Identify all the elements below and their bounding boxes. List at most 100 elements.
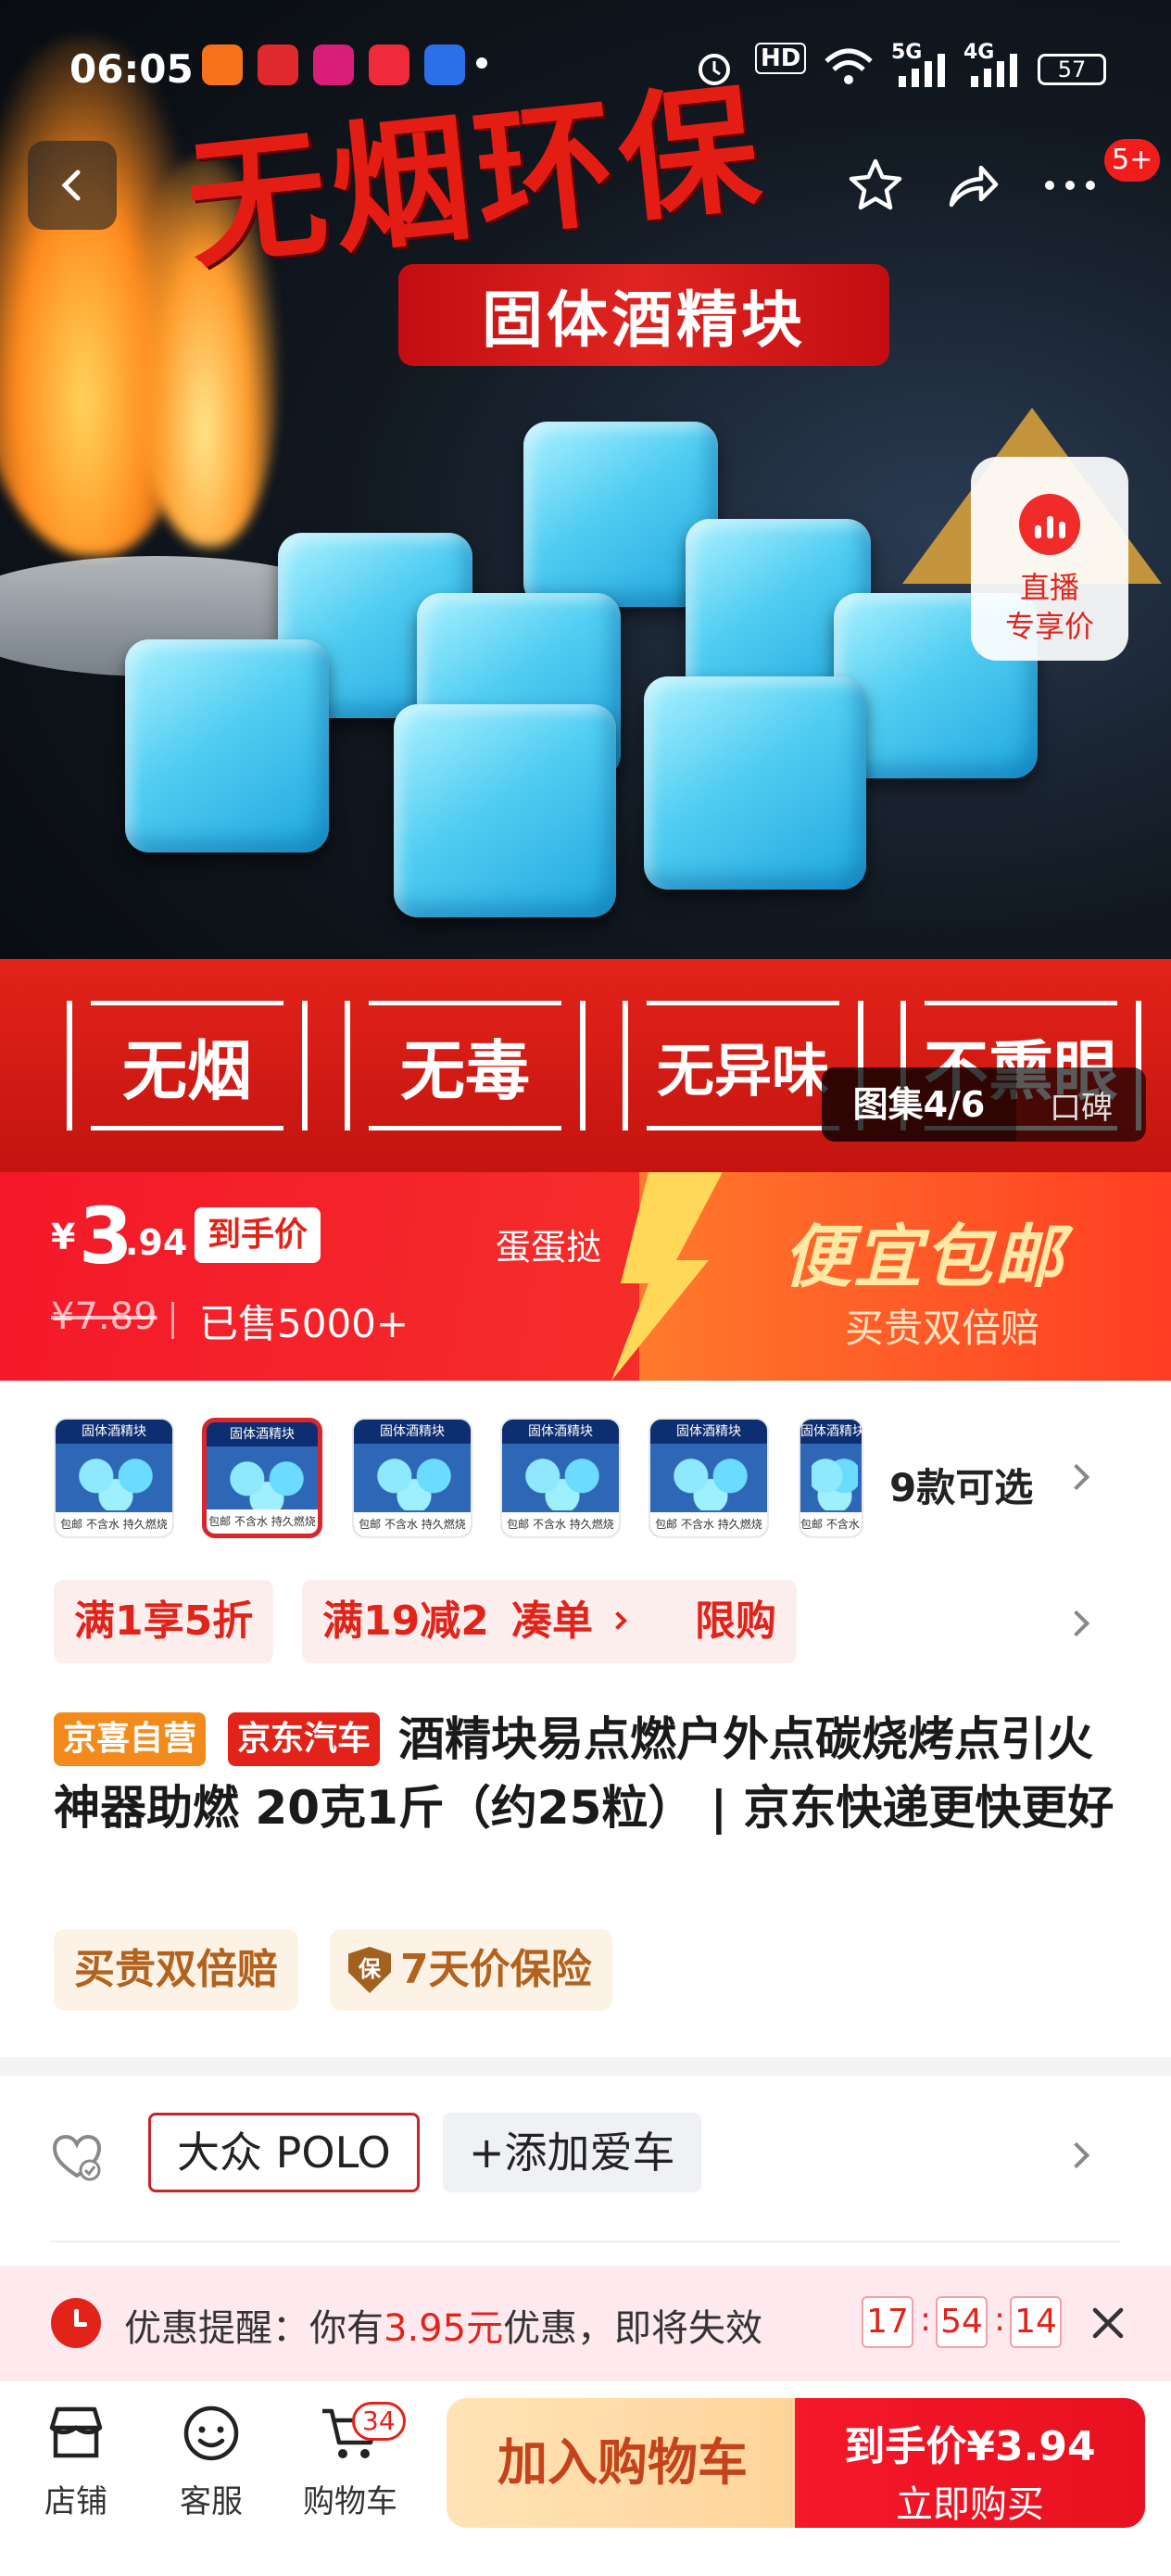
variant-thumbnail[interactable]: 固体酒精块包邮 不含水 持久燃烧 bbox=[799, 1418, 863, 1538]
variant-thumbnail[interactable]: 固体酒精块包邮 不含水 持久燃烧 bbox=[500, 1418, 621, 1538]
gallery-review-tab[interactable]: 口碑 bbox=[1016, 1082, 1146, 1128]
share-icon bbox=[949, 165, 999, 208]
hd-indicator: HD bbox=[755, 43, 807, 74]
alarm-icon bbox=[699, 54, 730, 85]
favorite-button[interactable] bbox=[838, 148, 913, 222]
chevron-right-icon bbox=[1063, 2141, 1090, 2169]
product-image-carousel[interactable]: 无烟环保 固体酒精块 无烟 无毒 无异味 不熏眼 06:05 HD 5G 4G bbox=[0, 0, 1171, 1172]
status-bar: 06:05 HD 5G 4G 57 bbox=[0, 0, 1171, 130]
store-icon bbox=[49, 2406, 103, 2458]
shield-icon: 保 bbox=[348, 1947, 391, 1993]
variant-thumbnail[interactable]: 固体酒精块包邮 不含水 持久燃烧 bbox=[54, 1418, 174, 1538]
promo-subtitle: 买贵双倍赔 bbox=[845, 1306, 1040, 1351]
countdown-separator: : bbox=[920, 2301, 932, 2339]
cart-label: 购物车 bbox=[303, 2483, 397, 2520]
live-price-card[interactable]: 直播 专享价 bbox=[971, 457, 1128, 661]
hero-subheadline: 固体酒精块 bbox=[482, 284, 806, 356]
app-icon-vip bbox=[313, 44, 354, 85]
product-detail-page: 无烟环保 固体酒精块 无烟 无毒 无异味 不熏眼 06:05 HD 5G 4G bbox=[0, 0, 1171, 2576]
price-protection-badge[interactable]: 保 7天价保险 bbox=[330, 1929, 612, 2011]
lightning-icon bbox=[611, 1172, 723, 1381]
reminder-amount: 3.95元 bbox=[384, 2307, 504, 2350]
seller-name: 蛋蛋挞 bbox=[496, 1227, 602, 1268]
coupon-chip[interactable]: 限购 bbox=[674, 1580, 797, 1663]
price-currency: ¥ bbox=[51, 1217, 76, 1257]
price-decimal: .94 bbox=[125, 1222, 188, 1263]
price-banner: ¥ 3 .94 到手价 蛋蛋挞 ¥7.89 已售5000+ 便宜包邮 买贵双倍赔 bbox=[0, 1172, 1171, 1381]
price-protection-label: 7天价保险 bbox=[400, 1946, 592, 1993]
store-button[interactable]: 店铺 bbox=[20, 2400, 132, 2521]
back-button[interactable] bbox=[28, 141, 117, 230]
final-price-tag: 到手价 bbox=[195, 1207, 321, 1263]
close-icon[interactable] bbox=[1086, 2301, 1130, 2345]
add-to-cart-button[interactable]: 加入购物车 bbox=[447, 2398, 799, 2528]
star-icon bbox=[849, 158, 902, 210]
alcohol-cube-image bbox=[125, 639, 329, 852]
reminder-prefix: 优惠提醒：你有 bbox=[124, 2307, 384, 2350]
countdown-seconds: 14 bbox=[1010, 2296, 1062, 2348]
original-price: ¥7.89 bbox=[51, 1295, 157, 1338]
app-icon-xiaohongshu bbox=[369, 44, 409, 85]
status-time: 06:05 bbox=[69, 46, 194, 92]
gallery-indicator[interactable]: 图集4/6 口碑 bbox=[822, 1067, 1146, 1142]
discount-reminder-bar: 优惠提醒：你有3.95元优惠，即将失效 17 : 54 : 14 bbox=[0, 2266, 1171, 2381]
app-icon-pinduoduo bbox=[258, 44, 298, 85]
customer-service-label: 客服 bbox=[180, 2483, 243, 2520]
live-title: 直播 bbox=[1019, 570, 1079, 605]
cart-count-badge: 34 bbox=[352, 2402, 406, 2441]
sold-count: 已售5000+ bbox=[199, 1301, 409, 1346]
signal-icon bbox=[899, 54, 945, 87]
coupon-row[interactable]: 满1享5折 满19减2 凑单 限购 bbox=[0, 1566, 1171, 1686]
app-icon-orange bbox=[202, 44, 243, 85]
chevron-left-icon bbox=[61, 170, 81, 201]
gallery-count[interactable]: 图集4/6 bbox=[822, 1067, 1016, 1142]
wifi-icon bbox=[825, 48, 873, 84]
alcohol-cube-image bbox=[644, 676, 866, 890]
section-divider bbox=[0, 2057, 1171, 2076]
chevron-right-icon bbox=[1063, 1463, 1090, 1491]
app-icon-baidu bbox=[424, 44, 465, 85]
promo-title: 便宜包邮 bbox=[783, 1218, 1064, 1297]
heart-check-icon bbox=[52, 2134, 102, 2181]
share-button[interactable] bbox=[936, 148, 1010, 222]
variant-count-label[interactable]: 9款可选 bbox=[889, 1457, 1033, 1513]
customer-service-button[interactable]: 客服 bbox=[156, 2400, 267, 2521]
alcohol-cube-image bbox=[394, 704, 616, 917]
selected-car-model[interactable]: 大众 POLO bbox=[148, 2113, 420, 2192]
price-guarantee-badge[interactable]: 买贵双倍赔 bbox=[54, 1929, 298, 2011]
chevron-right-icon bbox=[1063, 1610, 1090, 1637]
countdown-hours: 17 bbox=[862, 2296, 913, 2348]
signal-icon bbox=[971, 54, 1017, 87]
car-compatibility-row[interactable]: 大众 POLO +添加爱车 bbox=[0, 2076, 1171, 2261]
more-button[interactable] bbox=[1033, 148, 1107, 222]
live-subtitle: 专享价 bbox=[1004, 609, 1094, 644]
buy-now-button[interactable]: 到手价¥3.94 立即购买 bbox=[795, 2398, 1145, 2528]
feature-label: 无烟 bbox=[67, 1001, 308, 1130]
feature-label: 无毒 bbox=[345, 1001, 586, 1130]
notification-dot-icon bbox=[476, 57, 487, 69]
divider bbox=[51, 2241, 1120, 2242]
divider bbox=[171, 1302, 174, 1339]
countdown-minutes: 54 bbox=[936, 2296, 988, 2348]
variant-selector[interactable]: 固体酒精块 包邮 不含水 持久燃烧 固体酒精块 包邮 不含水 持久燃烧 固体酒精块包… bbox=[0, 1381, 1171, 1566]
countdown-separator: : bbox=[994, 2301, 1006, 2339]
more-dots-icon bbox=[1045, 181, 1095, 190]
clock-icon bbox=[51, 2298, 101, 2348]
reminder-suffix: 优惠，即将失效 bbox=[503, 2307, 763, 2350]
product-info: 京喜自营 京东汽车 酒精块易点燃户外点碳烧烤点引火神器助燃 20克1斤（约25粒… bbox=[0, 1686, 1171, 2057]
add-car-button[interactable]: +添加爱车 bbox=[443, 2113, 701, 2192]
buy-now-label: 立即购买 bbox=[896, 2483, 1044, 2526]
service-face-icon bbox=[183, 2406, 239, 2461]
coupon-add-on-link[interactable]: 凑单 bbox=[493, 1580, 613, 1663]
variant-thumbnail-selected[interactable]: 固体酒精块 包邮 不含水 持久燃烧 bbox=[202, 1418, 322, 1538]
variant-thumbnail[interactable]: 固体酒精块包邮 不含水 持久燃烧 bbox=[648, 1418, 769, 1538]
bottom-action-bar: 店铺 客服 购物车 34 加入购物车 到手价¥3.94 立即购买 bbox=[0, 2381, 1171, 2576]
store-label: 店铺 bbox=[44, 2483, 107, 2520]
product-title: 酒精块易点燃户外点碳烧烤点引火神器助燃 20克1斤（约25粒） | 京东快递更快… bbox=[54, 1712, 1114, 1835]
message-badge: 5+ bbox=[1104, 139, 1161, 182]
variant-thumbnail[interactable]: 固体酒精块包邮 不含水 持久燃烧 bbox=[352, 1418, 472, 1538]
battery-icon: 57 bbox=[1038, 54, 1106, 85]
reminder-message: 优惠提醒：你有3.95元优惠，即将失效 bbox=[124, 2298, 762, 2352]
coupon-chip[interactable]: 满1享5折 bbox=[54, 1580, 274, 1663]
live-stream-icon bbox=[1019, 494, 1080, 555]
